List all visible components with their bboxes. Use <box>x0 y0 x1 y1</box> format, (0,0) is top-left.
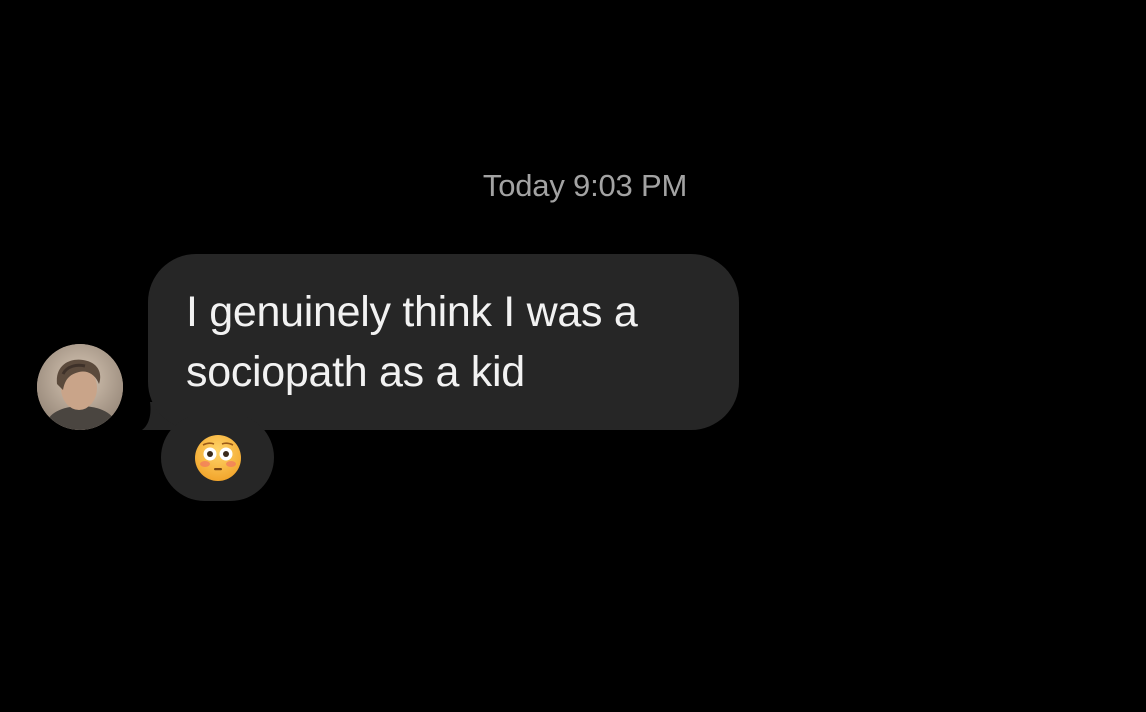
sender-avatar[interactable] <box>37 344 123 430</box>
user-avatar-photo-icon <box>37 344 123 430</box>
message-reaction[interactable] <box>161 414 274 501</box>
chat-thread: Today 9:03 PM I genuinely think I was a … <box>0 0 1146 712</box>
flushed-face-emoji-icon <box>194 434 241 481</box>
message-text-line-1: I genuinely think I was a <box>186 288 638 336</box>
message-timestamp: Today 9:03 PM <box>482 168 688 203</box>
incoming-message-bubble[interactable]: I genuinely think I was a sociopath as a… <box>148 254 739 430</box>
message-text-line-2: sociopath as a kid <box>186 348 525 396</box>
